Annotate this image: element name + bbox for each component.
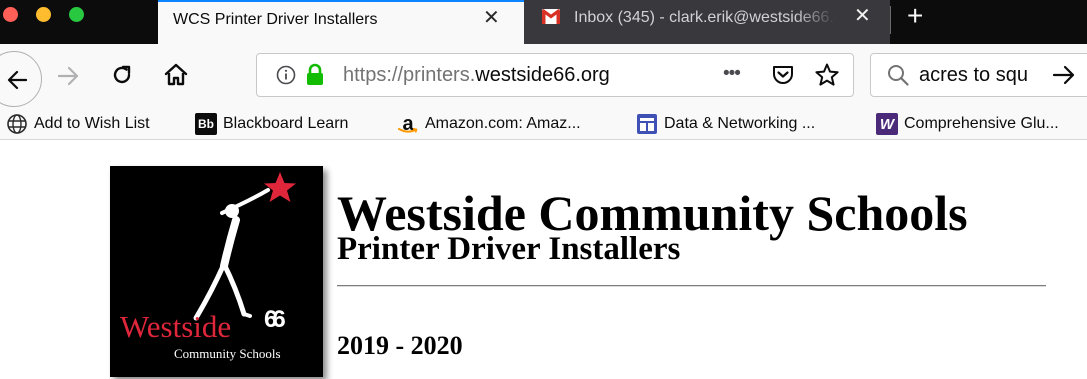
amazon-icon: a [397, 113, 419, 135]
tab-strip: WCS Printer Driver Installers ✕ Inbox (3… [0, 0, 1087, 44]
search-icon [888, 65, 909, 86]
pocket-icon[interactable] [772, 65, 794, 86]
comprehensive-icon: W [876, 113, 898, 135]
tab-close-icon[interactable]: ✕ [483, 8, 500, 28]
westside-logo: Westside 66 Community Schools [110, 166, 323, 377]
url-domain: westside66.org [475, 64, 610, 86]
bookmark-add-to-wish-list[interactable]: Add to Wish List [6, 108, 150, 140]
reload-icon[interactable] [110, 63, 134, 87]
search-bar[interactable] [870, 53, 1087, 97]
blackboard-icon: Bb [195, 113, 217, 135]
bookmark-comprehensive[interactable]: W Comprehensive Glu... [876, 108, 1059, 140]
globe-icon [7, 114, 27, 134]
horizontal-rule [337, 285, 1046, 287]
bookmark-label: Add to Wish List [34, 115, 150, 132]
url-subdomain: printers. [403, 64, 476, 86]
url-bar[interactable]: https://printers.westside66.org ••• [256, 53, 854, 97]
tab-title-fade [794, 4, 836, 34]
back-arrow-icon [7, 70, 27, 90]
data-networking-icon [637, 114, 657, 134]
new-tab-button[interactable]: + [907, 2, 923, 30]
tab-wcs-printer-driver-installers[interactable]: WCS Printer Driver Installers ✕ [158, 0, 524, 44]
search-go-arrow-icon[interactable] [1052, 65, 1076, 85]
tab-close-icon[interactable]: ✕ [854, 6, 871, 26]
back-button[interactable] [0, 51, 42, 107]
bookmark-blackboard-learn[interactable]: Bb Blackboard Learn [195, 108, 348, 140]
bookmark-amazon[interactable]: a Amazon.com: Amaz... [397, 108, 581, 140]
window-close-button[interactable] [3, 7, 18, 22]
site-info-icon[interactable] [276, 65, 296, 85]
url-text[interactable]: https://printers.westside66.org [343, 64, 610, 87]
navigation-toolbar: https://printers.westside66.org ••• [0, 44, 1087, 108]
bookmark-label: Amazon.com: Amaz... [425, 115, 581, 132]
home-icon[interactable] [163, 62, 189, 88]
bookmark-label: Comprehensive Glu... [904, 115, 1059, 132]
bookmark-star-icon[interactable] [814, 62, 840, 88]
bookmarks-toolbar: Add to Wish List Bb Blackboard Learn a A… [0, 108, 1087, 140]
amazon-smile-icon [398, 128, 418, 133]
forward-arrow-icon[interactable] [57, 66, 79, 86]
gmail-icon [542, 9, 560, 24]
logo-word: Westside [120, 309, 232, 344]
bookmark-label: Data & Networking ... [664, 115, 816, 132]
bookmark-label: Blackboard Learn [223, 115, 349, 132]
page-subtitle: Printer Driver Installers [337, 231, 681, 267]
logo-number: 66 [264, 306, 286, 333]
school-year: 2019 - 2020 [337, 331, 463, 360]
tab-inbox[interactable]: Inbox (345) - clark.erik@westside66.org … [524, 0, 890, 44]
search-input[interactable] [919, 63, 1047, 87]
lock-icon [307, 63, 323, 85]
logo-subtitle: Community Schools [174, 346, 281, 361]
bookmark-data-networking[interactable]: Data & Networking ... [636, 108, 815, 140]
tab-separator [890, 6, 891, 34]
url-scheme: https:// [343, 64, 404, 86]
page-actions-icon[interactable]: ••• [723, 63, 741, 85]
window-zoom-button[interactable] [69, 7, 84, 22]
window-minimize-button[interactable] [36, 7, 51, 22]
tab-title: WCS Printer Driver Installers [173, 11, 378, 28]
